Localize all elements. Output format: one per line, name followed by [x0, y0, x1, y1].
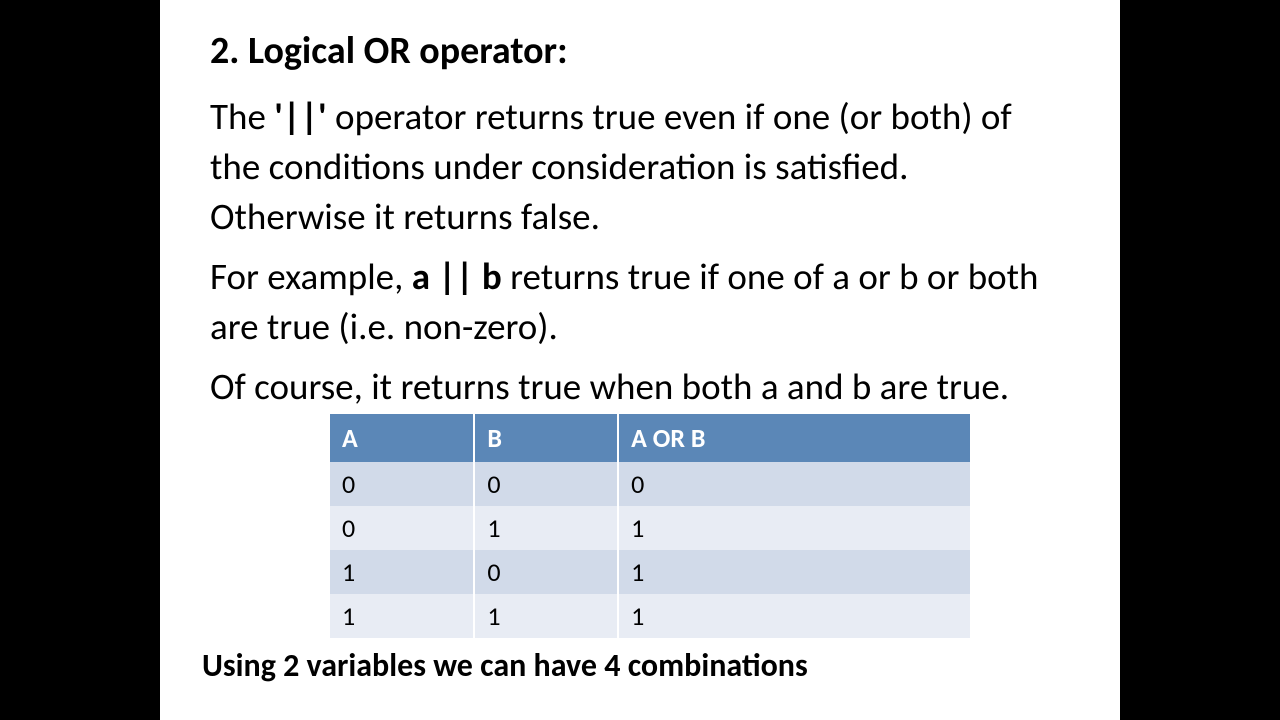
cell-result: 1	[618, 550, 970, 594]
cell-b: 1	[474, 506, 618, 550]
header-col-b: B	[474, 414, 618, 462]
cell-b: 1	[474, 594, 618, 638]
table-row: 1 1 1	[330, 594, 970, 638]
slide-content: 2. Logical OR operator: The '||' operato…	[160, 0, 1120, 720]
cell-result: 0	[618, 462, 970, 506]
table-row: 0 0 0	[330, 462, 970, 506]
table-row: 1 0 1	[330, 550, 970, 594]
truth-table: A B A OR B 0 0 0 0 1 1 1 0	[330, 414, 970, 638]
para1-text-a: The	[210, 94, 274, 139]
para2-expression: a || b	[412, 254, 502, 299]
cell-result: 1	[618, 594, 970, 638]
cell-a: 1	[330, 550, 474, 594]
cell-b: 0	[474, 550, 618, 594]
section-heading: 2. Logical OR operator:	[210, 28, 1070, 74]
para1-operator: '||'	[274, 94, 326, 139]
cell-b: 0	[474, 462, 618, 506]
table-row: 0 1 1	[330, 506, 970, 550]
para1-text-c: operator returns true even if one (or bo…	[210, 94, 1012, 239]
footer-note: Using 2 variables we can have 4 combinat…	[202, 646, 1070, 685]
truth-table-wrap: A B A OR B 0 0 0 0 1 1 1 0	[330, 414, 970, 638]
cell-a: 0	[330, 506, 474, 550]
cell-a: 0	[330, 462, 474, 506]
table-header-row: A B A OR B	[330, 414, 970, 462]
paragraph-3: Of course, it returns true when both a a…	[210, 362, 1070, 412]
cell-result: 1	[618, 506, 970, 550]
paragraph-1: The '||' operator returns true even if o…	[210, 92, 1070, 242]
header-col-a: A	[330, 414, 474, 462]
para2-text-a: For example,	[210, 254, 412, 299]
cell-a: 1	[330, 594, 474, 638]
paragraph-2: For example, a || b returns true if one …	[210, 252, 1070, 352]
header-col-result: A OR B	[618, 414, 970, 462]
